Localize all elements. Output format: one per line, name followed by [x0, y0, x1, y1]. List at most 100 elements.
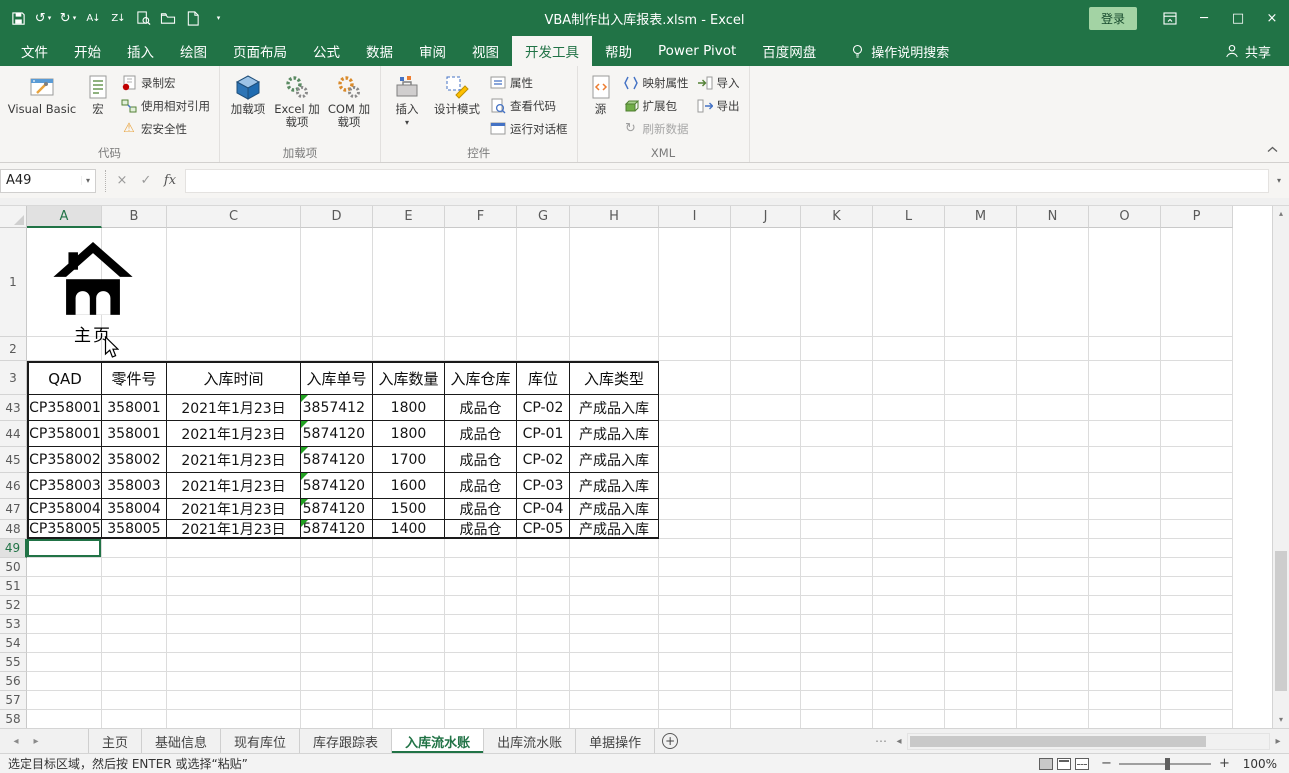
column-header[interactable]: G	[517, 206, 570, 228]
cell[interactable]	[1161, 615, 1233, 634]
cell[interactable]	[873, 499, 945, 520]
cell[interactable]	[1089, 361, 1161, 395]
cell[interactable]: 358003	[102, 473, 167, 499]
column-header[interactable]: P	[1161, 206, 1233, 228]
cell[interactable]	[1017, 596, 1089, 615]
cell[interactable]	[659, 672, 731, 691]
zoom-slider[interactable]	[1119, 763, 1211, 765]
cell[interactable]: 2021年1月23日	[167, 447, 301, 473]
cell[interactable]	[801, 499, 873, 520]
record-macro-button[interactable]: 录制宏	[117, 71, 214, 94]
cell[interactable]	[801, 520, 873, 539]
cell[interactable]	[1089, 395, 1161, 421]
cell[interactable]	[659, 473, 731, 499]
cell[interactable]	[945, 596, 1017, 615]
cell[interactable]	[517, 634, 570, 653]
cell[interactable]	[1161, 672, 1233, 691]
cell[interactable]: 产成品入库	[570, 473, 659, 499]
cell[interactable]	[801, 421, 873, 447]
cell[interactable]	[373, 615, 445, 634]
cell[interactable]: CP358004	[27, 499, 102, 520]
cell[interactable]: 1400	[373, 520, 445, 539]
cell[interactable]	[873, 447, 945, 473]
close-button[interactable]: ×	[1255, 0, 1289, 36]
cell[interactable]: CP-05	[517, 520, 570, 539]
scroll-right-icon[interactable]: ▸	[1270, 736, 1286, 747]
cell[interactable]	[801, 672, 873, 691]
cell[interactable]	[570, 691, 659, 710]
cell[interactable]	[1161, 421, 1233, 447]
cell[interactable]	[801, 615, 873, 634]
cell[interactable]	[731, 672, 801, 691]
cell[interactable]	[659, 634, 731, 653]
cell[interactable]	[1017, 361, 1089, 395]
cell[interactable]	[517, 539, 570, 558]
import-button[interactable]: 导入	[693, 71, 744, 94]
cell[interactable]	[801, 710, 873, 728]
cell[interactable]: CP358002	[27, 447, 102, 473]
cell[interactable]	[659, 539, 731, 558]
cell[interactable]	[445, 653, 517, 672]
cell[interactable]	[659, 395, 731, 421]
ribbon-tab[interactable]: 绘图	[167, 36, 220, 66]
cell[interactable]	[659, 596, 731, 615]
cell[interactable]: 成品仓	[445, 447, 517, 473]
horizontal-scrollbar-track[interactable]	[907, 733, 1270, 750]
cell[interactable]	[1089, 447, 1161, 473]
cell[interactable]	[102, 634, 167, 653]
cell[interactable]	[517, 710, 570, 728]
cell[interactable]	[445, 539, 517, 558]
cell[interactable]	[373, 577, 445, 596]
cell[interactable]	[27, 634, 102, 653]
cell[interactable]	[1161, 447, 1233, 473]
cell[interactable]: CP-02	[517, 395, 570, 421]
maximize-button[interactable]: □	[1221, 0, 1255, 36]
cell[interactable]	[731, 710, 801, 728]
column-header[interactable]: O	[1089, 206, 1161, 228]
cell[interactable]	[873, 337, 945, 361]
cell[interactable]	[445, 634, 517, 653]
design-mode-button[interactable]: 设计模式	[428, 68, 486, 145]
cell[interactable]	[945, 691, 1017, 710]
column-header[interactable]: E	[373, 206, 445, 228]
cell[interactable]	[873, 672, 945, 691]
cell[interactable]	[659, 558, 731, 577]
cell[interactable]	[27, 672, 102, 691]
cell[interactable]	[1089, 577, 1161, 596]
row-header[interactable]: 2	[0, 337, 27, 361]
cell[interactable]: 库位	[517, 361, 570, 395]
cell[interactable]	[731, 499, 801, 520]
scroll-up-icon[interactable]: ▴	[1273, 206, 1289, 222]
properties-button[interactable]: 属性	[486, 71, 572, 94]
cell[interactable]	[1161, 395, 1233, 421]
cell[interactable]: 358005	[102, 520, 167, 539]
cell[interactable]: CP358003	[27, 473, 102, 499]
cell[interactable]	[517, 337, 570, 361]
cell[interactable]	[373, 558, 445, 577]
enter-button[interactable]: ✓	[134, 173, 158, 188]
insert-control-button[interactable]: 插入 ▾	[386, 68, 428, 145]
cell[interactable]	[301, 228, 373, 337]
cell[interactable]	[102, 710, 167, 728]
sheet-tab[interactable]: 单据操作	[576, 729, 655, 753]
new-sheet-button[interactable]: +	[655, 729, 685, 753]
cell[interactable]	[517, 577, 570, 596]
sort-ascending-button[interactable]: A↓	[81, 5, 105, 31]
cell[interactable]: CP358001	[27, 395, 102, 421]
sheet-tab[interactable]: 入库流水账	[392, 729, 484, 753]
cell[interactable]	[445, 337, 517, 361]
cell[interactable]	[1161, 520, 1233, 539]
cell[interactable]	[27, 596, 102, 615]
cell[interactable]	[801, 596, 873, 615]
cell[interactable]	[1017, 558, 1089, 577]
cell[interactable]	[1089, 421, 1161, 447]
cell[interactable]: 2021年1月23日	[167, 520, 301, 539]
row-header[interactable]: 45	[0, 447, 27, 473]
normal-view-button[interactable]	[1039, 758, 1053, 770]
cell[interactable]	[373, 710, 445, 728]
cell[interactable]: CP-02	[517, 447, 570, 473]
cell[interactable]	[873, 710, 945, 728]
cell[interactable]	[517, 691, 570, 710]
customize-quick-access-button[interactable]: ▾	[206, 5, 230, 31]
cell[interactable]	[1161, 634, 1233, 653]
